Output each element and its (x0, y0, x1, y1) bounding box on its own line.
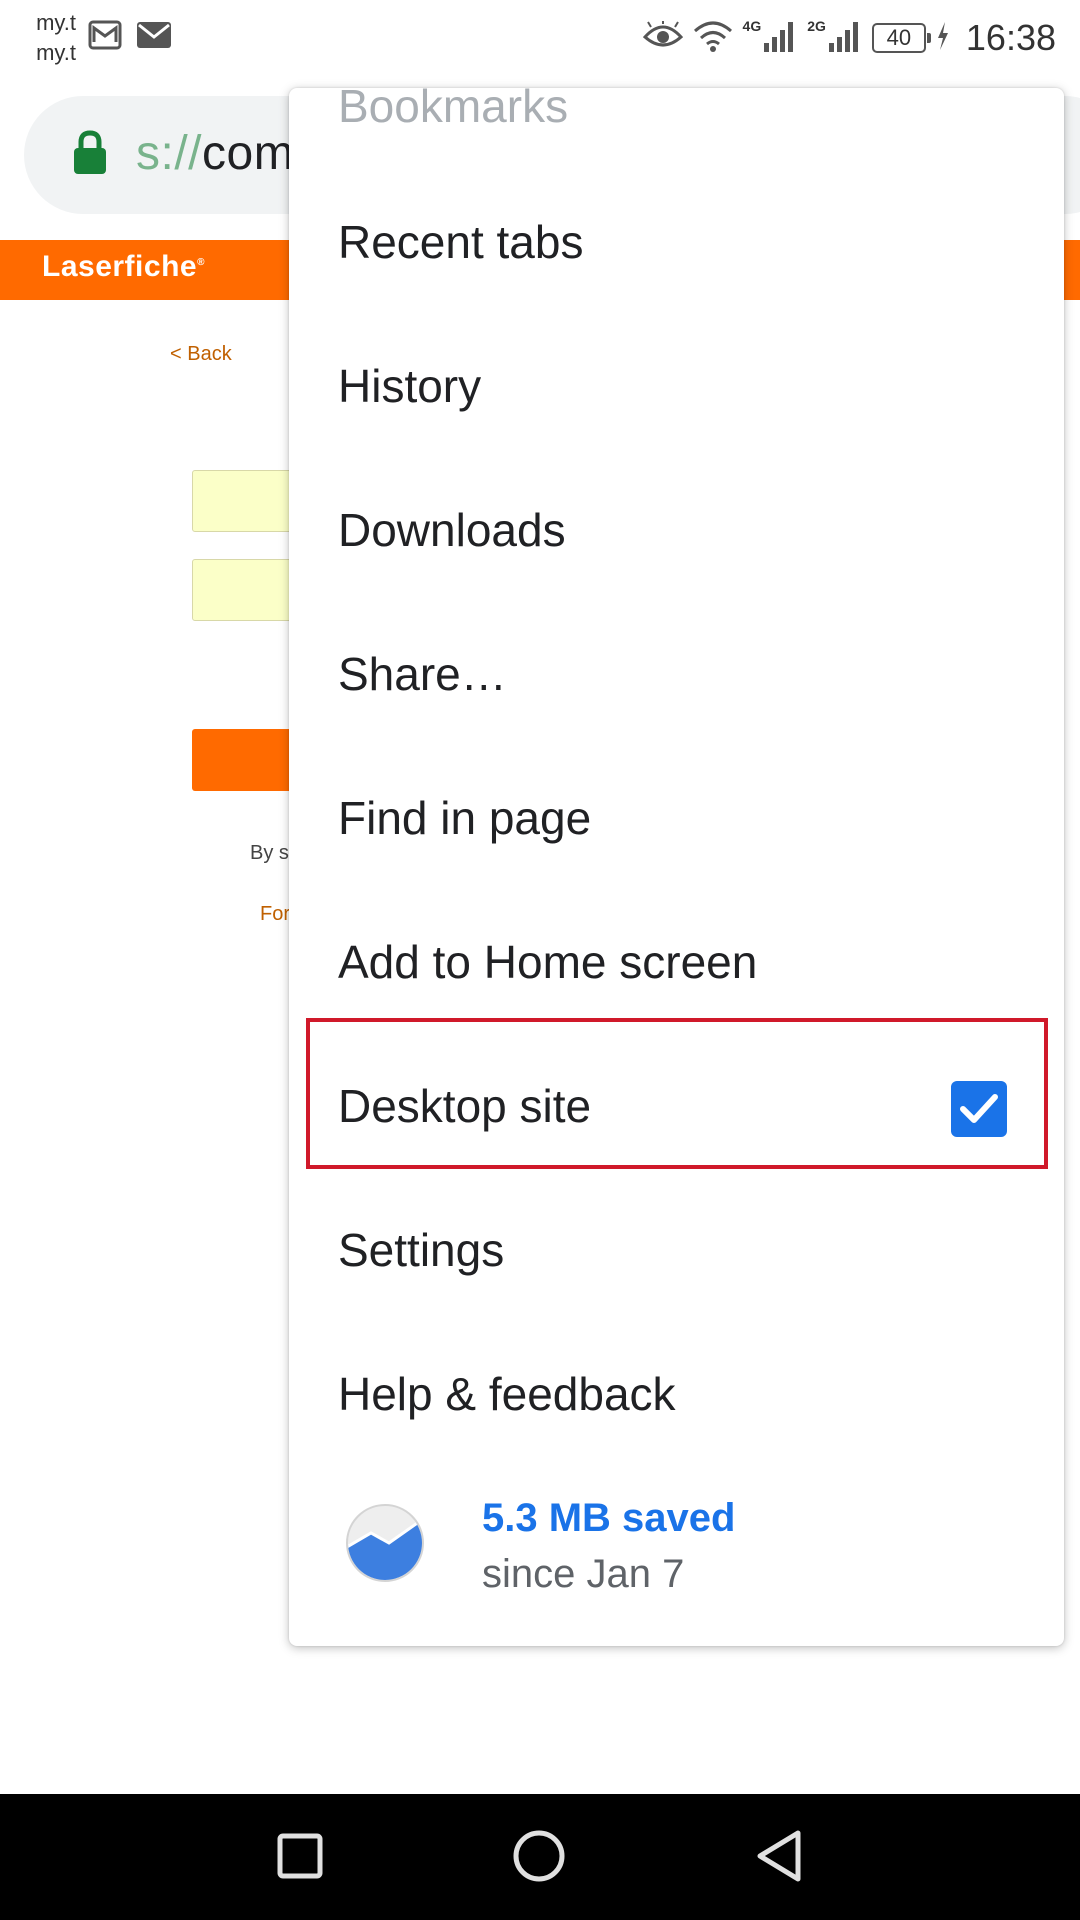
url-text[interactable]: s://com (136, 126, 294, 181)
menu-item-downloads[interactable]: Downloads (289, 458, 1064, 602)
menu-item-share[interactable]: Share… (289, 602, 1064, 746)
menu-item-history[interactable]: History (289, 314, 1064, 458)
data-saved-since: since Jan 7 (482, 1552, 685, 1596)
carrier-labels: my.t my.t (24, 8, 76, 68)
eye-comfort-icon (642, 19, 683, 56)
menu-item-help-feedback[interactable]: Help & feedback (289, 1322, 1064, 1466)
home-icon[interactable] (503, 1820, 575, 1892)
status-icons: 4G 2G 40 16:38 (642, 14, 1056, 62)
system-navigation-bar (0, 1794, 1080, 1920)
laserfiche-logo: Laserfiche® (42, 250, 205, 283)
lock-icon[interactable] (72, 130, 108, 181)
signal-icon-2 (828, 19, 862, 58)
signal-icon-1 (763, 19, 797, 58)
back-link[interactable]: < Back (170, 343, 232, 366)
checkmark-icon (960, 1094, 998, 1123)
network-label-4g: 4G (742, 18, 762, 34)
menu-item-find-in-page[interactable]: Find in page (289, 746, 1064, 890)
forgot-password-link[interactable]: For (260, 903, 290, 926)
menu-item-recent-tabs[interactable]: Recent tabs (289, 170, 1064, 314)
data-saver-chart-icon (345, 1503, 425, 1588)
notification-icons (88, 20, 172, 55)
clock: 16:38 (965, 17, 1056, 58)
desktop-site-label: Desktop site (338, 1080, 592, 1132)
data-saved-amount: 5.3 MB saved (482, 1496, 736, 1540)
photo-mail-icon (88, 20, 122, 55)
carrier-label-1: my.t (36, 10, 76, 35)
mail-icon (136, 20, 172, 55)
battery-indicator: 40 (871, 23, 931, 53)
menu-item-settings[interactable]: Settings (289, 1178, 1064, 1322)
menu-item-desktop-site[interactable]: Desktop site (289, 1034, 1064, 1178)
overflow-menu: Bookmarks Recent tabs History Downloads … (289, 88, 1064, 1646)
back-icon[interactable] (743, 1820, 815, 1892)
network-label-2g: 2G (807, 18, 826, 34)
desktop-site-checkbox[interactable] (951, 1081, 1007, 1137)
menu-item-bookmarks[interactable]: Bookmarks (289, 88, 1064, 178)
url-host: com (202, 127, 295, 180)
status-bar: my.t my.t 4G 2G 40 16:38 (0, 0, 1080, 84)
menu-item-add-to-home-screen[interactable]: Add to Home screen (289, 890, 1064, 1034)
wifi-icon (693, 19, 733, 58)
data-saver-summary[interactable]: 5.3 MB saved since Jan 7 (289, 1478, 1064, 1628)
recents-icon[interactable] (264, 1820, 336, 1892)
charging-icon (936, 21, 950, 56)
url-scheme: s:// (136, 127, 203, 180)
carrier-label-2: my.t (36, 40, 76, 65)
